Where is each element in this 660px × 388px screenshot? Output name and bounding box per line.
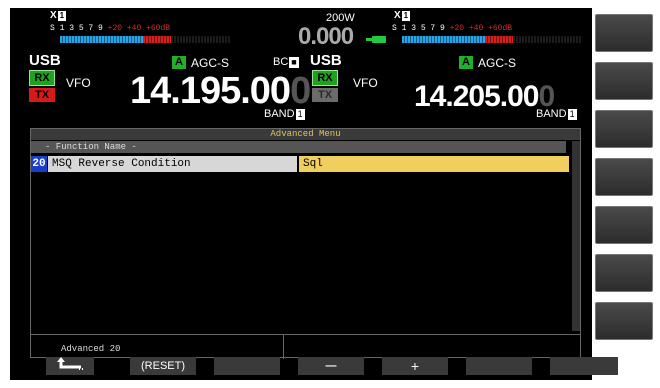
footer-divider: [283, 335, 284, 359]
vfo-label-main: VFO: [66, 76, 91, 90]
bc-box: ■: [289, 57, 299, 68]
return-arrow-icon: [57, 357, 83, 370]
side-key-1[interactable]: [595, 14, 653, 52]
side-key-3[interactable]: [595, 110, 653, 148]
agc-label-sub: AGC-S: [478, 56, 517, 70]
menu-item-number: 20: [31, 156, 47, 172]
band-label-main: BAND 1: [264, 108, 305, 120]
s-meter-bar-main: [60, 36, 143, 43]
mode-sub: USB: [310, 52, 342, 69]
side-key-6[interactable]: [595, 254, 653, 292]
softkey-3[interactable]: [214, 357, 280, 375]
column-header: - Function Name -: [31, 141, 566, 153]
transceiver-bezel: Χ1 S 1 3 5 7 9 +20 +40 +60dB USB RX TX V…: [0, 0, 660, 388]
softkey-minus[interactable]: —: [298, 357, 364, 375]
bc-label: BC ■: [273, 56, 299, 68]
s-meter-scale-main: S 1 3 5 7 9 +20 +40 +60dB: [50, 24, 171, 33]
tx-indicator-main: TX: [29, 88, 55, 102]
menu-item-value[interactable]: Sql: [299, 156, 569, 172]
menu-item-name: MSQ Reverse Condition: [48, 156, 297, 172]
side-key-2[interactable]: [595, 62, 653, 100]
side-key-5[interactable]: [595, 206, 653, 244]
split-arrow-tail: [366, 38, 372, 41]
s-meter-overload-sub: [485, 36, 513, 43]
vfo-label-sub: VFO: [353, 76, 378, 90]
menu-footer-label: Advanced 20: [61, 344, 121, 354]
softkey-plus[interactable]: +: [382, 357, 448, 375]
band-label-sub: BAND 1: [536, 108, 577, 120]
s-meter-unused-main: [171, 36, 231, 43]
agc-a-badge-sub: A: [459, 56, 473, 69]
s-meter-scale-sub: S 1 3 5 7 9 +20 +40 +60dB: [392, 24, 513, 33]
display-screen: Χ1 S 1 3 5 7 9 +20 +40 +60dB USB RX TX V…: [10, 8, 592, 380]
rx-indicator-sub: RX: [312, 70, 338, 86]
rx-indicator-main: RX: [29, 70, 55, 86]
s-meter-unused-sub: [513, 36, 581, 43]
softkey-reset[interactable]: (RESET): [130, 357, 196, 375]
menu-scrollbar[interactable]: [572, 141, 580, 331]
tx-frequency-offset: 0.000: [298, 23, 354, 50]
split-arrow-icon: [372, 36, 386, 43]
softkey-6[interactable]: [466, 357, 532, 375]
frequency-main: 14.195.000: [130, 70, 311, 112]
tx-indicator-sub: TX: [312, 88, 338, 102]
agc-label-main: AGC-S: [191, 56, 230, 70]
side-key-7[interactable]: [595, 302, 653, 340]
side-key-4[interactable]: [595, 158, 653, 196]
s-meter-overload-main: [143, 36, 171, 43]
advanced-menu: Advanced Menu - Function Name - 20 MSQ R…: [30, 128, 581, 359]
frequency-sub: 14.205.000: [414, 80, 555, 113]
agc-a-badge-main: A: [172, 56, 186, 69]
softkey-back[interactable]: [46, 357, 94, 375]
menu-item-row[interactable]: 20 MSQ Reverse Condition Sql: [31, 155, 569, 173]
mode-main: USB: [29, 52, 61, 69]
antenna-icon: Χ: [394, 10, 401, 21]
antenna-indicator-main: Χ1: [50, 10, 67, 21]
s-meter-bar-sub: [402, 36, 485, 43]
antenna-icon: Χ: [50, 10, 57, 21]
softkey-7[interactable]: [550, 357, 618, 375]
antenna-indicator-sub: Χ1: [394, 10, 411, 21]
menu-title: Advanced Menu: [31, 129, 580, 140]
menu-footer: Advanced 20: [31, 334, 580, 359]
